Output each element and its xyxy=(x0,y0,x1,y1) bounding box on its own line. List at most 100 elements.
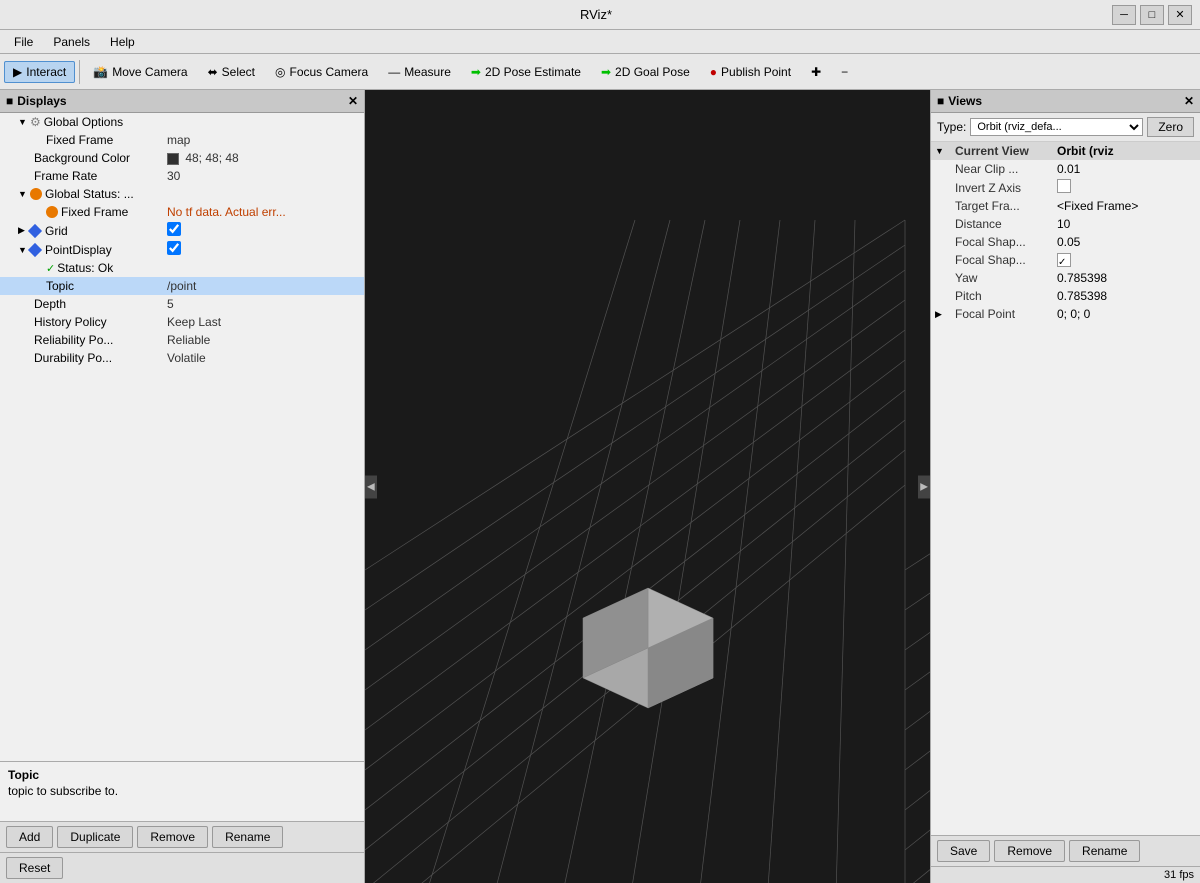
tree-item-reliability-policy[interactable]: Reliability Po... Reliable xyxy=(0,331,364,349)
durability-value: Volatile xyxy=(167,351,362,365)
add-toolbar-button[interactable]: ✚ xyxy=(802,61,830,83)
tree-item-frame-rate[interactable]: Frame Rate 30 xyxy=(0,167,364,185)
measure-button[interactable]: — Measure xyxy=(379,61,460,83)
tree-item-depth[interactable]: Depth 5 xyxy=(0,295,364,313)
rename-view-button[interactable]: Rename xyxy=(1069,840,1140,862)
focal-point-value: 0; 0; 0 xyxy=(1057,307,1196,321)
focal-shape-2-label: Focal Shap... xyxy=(947,253,1057,267)
tree-item-history-policy[interactable]: History Policy Keep Last xyxy=(0,313,364,331)
tree-item-grid[interactable]: ▶ Grid xyxy=(0,221,364,240)
status-ok-label: Status: Ok xyxy=(57,261,113,275)
remove-display-button[interactable]: Remove xyxy=(137,826,208,848)
minus-icon: − xyxy=(841,65,848,79)
cube-svg xyxy=(568,583,728,733)
views-row-target-frame[interactable]: Target Fra... <Fixed Frame> xyxy=(931,197,1200,215)
displays-tree: ▼ ⚙ Global Options Fixed Frame map Backg… xyxy=(0,113,364,761)
reset-button-row: Reset xyxy=(0,852,364,883)
remove-view-button[interactable]: Remove xyxy=(994,840,1065,862)
duplicate-button[interactable]: Duplicate xyxy=(57,826,133,848)
views-row-focal-point[interactable]: ▶ Focal Point 0; 0; 0 xyxy=(931,305,1200,323)
expand-global-status[interactable]: ▼ xyxy=(18,189,30,199)
3d-viewport[interactable]: ◀ ▶ xyxy=(365,90,930,883)
select-button[interactable]: ⬌ Select xyxy=(199,61,264,83)
reset-button[interactable]: Reset xyxy=(6,857,63,879)
minimize-button[interactable]: ─ xyxy=(1112,5,1136,25)
add-display-button[interactable]: Add xyxy=(6,826,53,848)
displays-header: ■ Displays ✕ xyxy=(0,90,364,113)
expand-global-options[interactable]: ▼ xyxy=(18,117,30,127)
invert-z-value xyxy=(1057,179,1196,196)
expand-current-view[interactable]: ▼ xyxy=(935,146,947,156)
point-display-checkbox[interactable] xyxy=(167,241,362,258)
viewport-arrow-left[interactable]: ◀ xyxy=(365,475,377,498)
views-row-focal-shape-2[interactable]: Focal Shap... xyxy=(931,251,1200,269)
grid-check[interactable] xyxy=(167,222,181,236)
views-row-yaw[interactable]: Yaw 0.785398 xyxy=(931,269,1200,287)
invert-z-checkbox[interactable] xyxy=(1057,179,1071,193)
menu-panels[interactable]: Panels xyxy=(43,33,100,51)
target-frame-value: <Fixed Frame> xyxy=(1057,199,1196,213)
point-display-icon xyxy=(28,242,42,256)
publish-point-button[interactable]: ● Publish Point xyxy=(701,61,800,83)
views-row-distance[interactable]: Distance 10 xyxy=(931,215,1200,233)
minus-toolbar-button[interactable]: − xyxy=(832,61,857,83)
tree-item-global-options[interactable]: ▼ ⚙ Global Options xyxy=(0,113,364,131)
views-bottom-buttons: Save Remove Rename xyxy=(931,835,1200,866)
point-display-label: PointDisplay xyxy=(45,243,112,257)
focal-shape-1-label: Focal Shap... xyxy=(947,235,1057,249)
menu-file[interactable]: File xyxy=(4,33,43,51)
durability-label: Durability Po... xyxy=(34,351,112,365)
bg-color-label: Background Color xyxy=(34,151,130,165)
focal-shape-1-value: 0.05 xyxy=(1057,235,1196,249)
bg-color-value: 48; 48; 48 xyxy=(167,151,362,165)
viewport-arrow-right[interactable]: ▶ xyxy=(918,475,930,498)
maximize-button[interactable]: □ xyxy=(1140,5,1164,25)
topic-label: Topic xyxy=(46,279,74,293)
tree-item-global-status[interactable]: ▼ Global Status: ... xyxy=(0,185,364,203)
tree-item-bg-color[interactable]: Background Color 48; 48; 48 xyxy=(0,149,364,167)
close-button[interactable]: ✕ xyxy=(1168,5,1192,25)
fixed-frame-status-icon xyxy=(46,206,58,218)
point-display-check[interactable] xyxy=(167,241,181,255)
tree-item-fixed-frame[interactable]: Fixed Frame map xyxy=(0,131,364,149)
views-type-row: Type: Orbit (rviz_defa... Zero xyxy=(931,113,1200,142)
fixed-frame-label: Fixed Frame xyxy=(46,133,113,147)
separator xyxy=(79,60,80,84)
save-view-button[interactable]: Save xyxy=(937,840,990,862)
displays-close-icon[interactable]: ✕ xyxy=(348,94,358,108)
focus-camera-button[interactable]: ◎ Focus Camera xyxy=(266,61,377,83)
frame-rate-label: Frame Rate xyxy=(34,169,97,183)
move-camera-button[interactable]: 📸 Move Camera xyxy=(84,61,196,83)
rename-display-button[interactable]: Rename xyxy=(212,826,283,848)
titlebar: RViz* ─ □ ✕ xyxy=(0,0,1200,30)
interact-button[interactable]: ▶ Interact xyxy=(4,61,75,83)
menu-help[interactable]: Help xyxy=(100,33,145,51)
grid-checkbox[interactable] xyxy=(167,222,362,239)
tree-item-fixed-frame-status[interactable]: Fixed Frame No tf data. Actual err... xyxy=(0,203,364,221)
current-view-label: Current View xyxy=(947,144,1057,158)
plus-icon: ✚ xyxy=(811,65,821,79)
views-row-focal-shape-1[interactable]: Focal Shap... 0.05 xyxy=(931,233,1200,251)
goal-pose-button[interactable]: ➡ 2D Goal Pose xyxy=(592,61,699,83)
topic-value: /point xyxy=(167,279,362,293)
focal-shape-2-value xyxy=(1057,253,1196,268)
tree-item-point-display[interactable]: ▼ PointDisplay xyxy=(0,240,364,259)
views-zero-button[interactable]: Zero xyxy=(1147,117,1194,137)
pitch-label: Pitch xyxy=(947,289,1057,303)
pose-estimate-button[interactable]: ➡ 2D Pose Estimate xyxy=(462,61,590,83)
views-close-icon[interactable]: ✕ xyxy=(1184,94,1194,108)
tree-item-topic[interactable]: Topic /point xyxy=(0,277,364,295)
tree-item-status-ok[interactable]: ✓ Status: Ok xyxy=(0,259,364,277)
move-camera-icon: 📸 xyxy=(93,65,108,79)
views-row-invert-z[interactable]: Invert Z Axis xyxy=(931,178,1200,197)
views-row-near-clip[interactable]: Near Clip ... 0.01 xyxy=(931,160,1200,178)
views-row-pitch[interactable]: Pitch 0.785398 xyxy=(931,287,1200,305)
interact-icon: ▶ xyxy=(13,65,22,79)
expand-focal-point[interactable]: ▶ xyxy=(935,309,947,320)
focal-shape-checkbox[interactable] xyxy=(1057,253,1071,267)
tree-item-durability-policy[interactable]: Durability Po... Volatile xyxy=(0,349,364,367)
grid-svg xyxy=(365,90,930,883)
views-type-select[interactable]: Orbit (rviz_defa... xyxy=(970,118,1143,136)
status-orange-icon xyxy=(30,188,42,200)
views-current-view-header[interactable]: ▼ Current View Orbit (rviz xyxy=(931,142,1200,160)
